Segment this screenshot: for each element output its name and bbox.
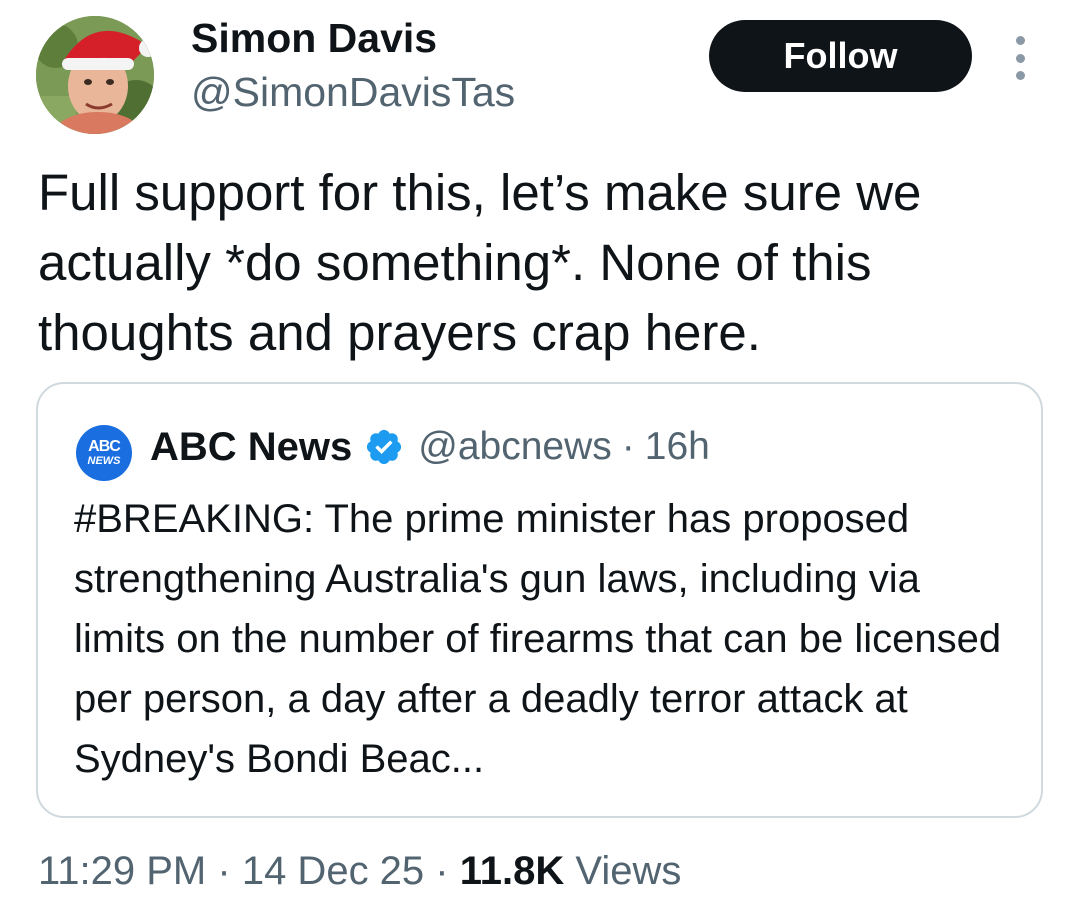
quote-timestamp[interactable]: 16h [645,425,710,469]
views-count: 11.8K [459,849,565,893]
views-label: Views [575,849,682,893]
abc-logo-mark: ABC [88,438,121,455]
follow-button[interactable]: Follow [709,20,972,92]
verified-badge-icon [367,429,402,465]
tweet-meta: 11:29 PM · 14 Dec 25 · 11.8K Views [38,846,681,896]
abc-logo-news: NEWS [87,455,121,467]
meta-separator: · [435,849,449,893]
author-handle[interactable]: @SimonDavisTas [191,68,515,116]
quote-author-name: ABC News [150,424,353,469]
tweet-text: Full support for this, let’s make sure w… [38,164,922,361]
avatar-image [36,16,154,134]
quote-author-handle: @abcnews [418,425,612,468]
author-avatar[interactable] [36,16,154,134]
abc-news-logo-icon: ABC NEWS [76,425,132,481]
meta-separator: · [217,849,231,893]
quote-separator: · [621,425,635,468]
quote-header: ABC News @abcnews · 16h [150,422,710,472]
quoted-tweet-card[interactable]: ABC NEWS ABC News @abcnews · 16h #BREAKI… [36,382,1043,818]
quote-text: #BREAKING: The prime minister has propos… [74,497,1002,781]
tweet-date[interactable]: 14 Dec 25 [242,849,424,893]
tweet-time[interactable]: 11:29 PM [38,849,206,893]
more-vertical-icon[interactable] [1009,36,1031,80]
author-name[interactable]: Simon Davis [191,14,437,62]
